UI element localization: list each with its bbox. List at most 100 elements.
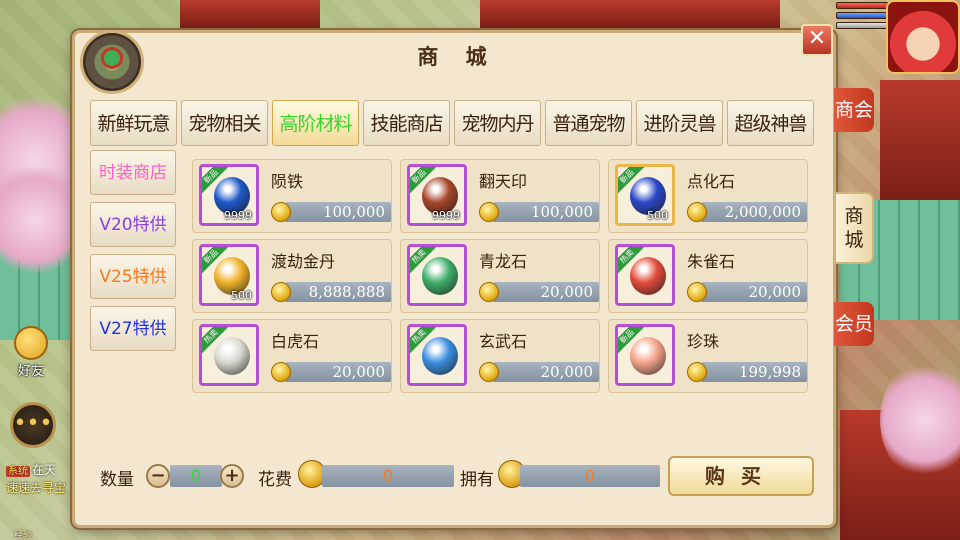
item-card[interactable]: 热卖 玄武石 20,000 [400,319,600,393]
item-price: 20,000 [540,363,594,381]
cost-label: 花费 [258,470,292,490]
item-price-bar: 100,000 [493,202,599,222]
side-tab-2[interactable]: 会员 [834,302,874,346]
item-card[interactable]: 新品 9999 翻天印 100,000 [400,159,600,233]
system-line-2: 速速去寻宝 [6,481,67,495]
red-roof-top-right [480,0,780,28]
item-name: 陨铁 [271,172,304,191]
item-gem-icon [630,337,666,375]
item-icon: 新品 9999 [407,164,467,226]
item-name: 白虎石 [271,332,320,351]
tab-5[interactable]: 普通宠物 [545,100,632,146]
chat-bubble-icon[interactable]: ••• [10,402,56,448]
side-tab-0[interactable]: 商会 [834,88,874,132]
item-price: 199,998 [738,363,801,381]
item-gem-icon [214,337,250,375]
item-name: 玄武石 [479,332,528,351]
tab-7[interactable]: 超级神兽 [727,100,814,146]
item-icon: 新品 500 [615,164,675,226]
tab-3[interactable]: 技能商店 [363,100,450,146]
red-building-right [880,80,960,200]
item-gem-icon [630,257,666,295]
gold-coin-icon [687,362,707,382]
item-price-bar: 20,000 [285,362,391,382]
owned-label: 拥有 [460,470,494,490]
item-icon: 新品 9999 [199,164,259,226]
shop-emblem-icon [80,30,144,94]
item-name: 渡劫金丹 [271,252,336,271]
side-shop-3[interactable]: V27特供 [90,306,176,351]
item-card[interactable]: 新品 9999 陨铁 100,000 [192,159,392,233]
item-icon: 热卖 [407,324,467,386]
dialog-title: 商 城 [417,45,497,69]
item-price-bar: 100,000 [285,202,391,222]
system-line-1: 在天 [32,463,57,477]
item-price: 2,000,000 [724,203,801,221]
item-stock-count: 500 [231,289,252,302]
item-gem-icon [422,257,458,295]
item-card[interactable]: 新品 500 点化石 2,000,000 [608,159,808,233]
tab-1[interactable]: 宠物相关 [181,100,268,146]
cost-value: 0 [382,466,394,485]
tab-6[interactable]: 进阶灵兽 [636,100,723,146]
tab-2[interactable]: 高阶材料 [272,100,359,146]
gold-coin-icon [687,282,707,302]
side-tab-1[interactable]: 商城 [834,192,874,264]
player-avatar[interactable] [886,0,960,74]
close-button[interactable]: ✕ [801,24,833,56]
item-price: 20,000 [332,363,386,381]
item-price: 20,000 [748,283,802,301]
blossom-tree-3 [880,360,960,480]
plus-button[interactable]: + [220,464,244,488]
mp-bar [836,12,888,19]
gold-coin-icon [271,362,291,382]
item-name: 翻天印 [479,172,528,191]
item-name: 朱雀石 [687,252,736,271]
item-card[interactable]: 热卖 朱雀石 20,000 [608,239,808,313]
buy-button[interactable]: 购买 [668,456,814,496]
system-tag: 系统 [6,466,30,477]
item-price-bar: 20,000 [701,282,807,302]
item-price: 100,000 [530,203,593,221]
side-shop-2[interactable]: V25特供 [90,254,176,299]
owned-display: 0 [520,465,660,487]
item-price-bar: 2,000,000 [701,202,807,222]
quantity-input[interactable]: 0 [170,465,222,487]
item-icon: 热卖 [407,244,467,306]
quantity-label: 数量 [100,470,134,490]
player-status-bars [836,2,888,32]
minus-button[interactable]: − [146,464,170,488]
gold-coin-icon [271,202,291,222]
cost-display: 0 [322,465,454,487]
tab-4[interactable]: 宠物内丹 [454,100,541,146]
friends-button[interactable]: 好友 [6,326,56,379]
item-icon: 热卖 [615,244,675,306]
item-price-bar: 8,888,888 [285,282,391,302]
item-card[interactable]: 新品 珍珠 199,998 [608,319,808,393]
red-roof-top [180,0,320,28]
tab-0[interactable]: 新鲜玩意 [90,100,177,146]
gold-coin-icon [479,202,499,222]
side-shop-0[interactable]: 时装商店 [90,150,176,195]
item-price: 20,000 [540,283,594,301]
item-card[interactable]: 热卖 青龙石 20,000 [400,239,600,313]
item-card[interactable]: 新品 500 渡劫金丹 8,888,888 [192,239,392,313]
item-card[interactable]: 热卖 白虎石 20,000 [192,319,392,393]
gold-coin-icon [479,362,499,382]
item-stock-count: 500 [647,209,668,222]
gold-coin-icon [271,282,291,302]
friend-icon [14,326,48,360]
item-gem-icon [422,337,458,375]
item-price: 100,000 [322,203,385,221]
experience-label: 经验 [14,531,33,540]
side-shop-1[interactable]: V20特供 [90,202,176,247]
item-icon: 热卖 [199,324,259,386]
xp-bar [836,22,888,29]
item-price: 8,888,888 [308,283,385,301]
item-price-bar: 20,000 [493,362,599,382]
quantity-value: 0 [190,466,202,485]
hp-bar [836,2,888,9]
gold-coin-icon [687,202,707,222]
owned-value: 0 [584,466,596,485]
gold-coin-icon [479,282,499,302]
